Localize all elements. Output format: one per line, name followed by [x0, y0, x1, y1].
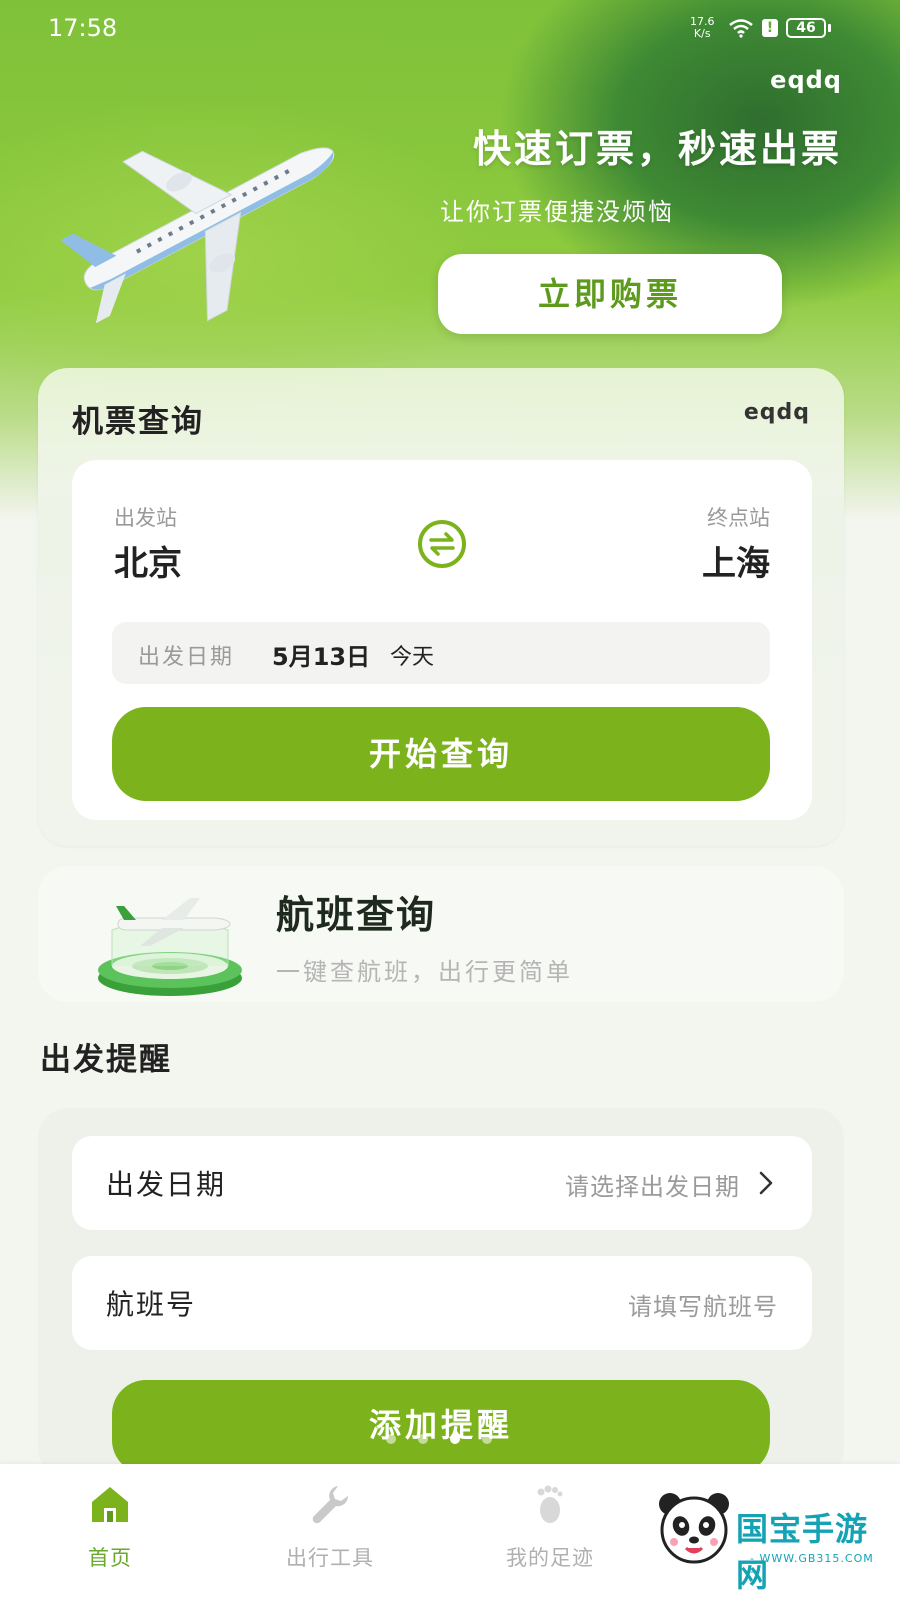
tab-my-footprints-label: 我的足迹 [506, 1546, 594, 1570]
buy-ticket-button[interactable]: 立即购票 [438, 254, 782, 334]
tab-home[interactable]: 首页 [40, 1482, 180, 1582]
ticket-search-title: 机票查询 [72, 404, 204, 440]
flight-radar-illustration [98, 898, 242, 996]
wrench-icon [312, 1486, 349, 1524]
reminder-section-title: 出发提醒 [40, 1042, 172, 1078]
departure-date-label: 出发日期 [138, 645, 235, 670]
status-bar: 17:58 17.6 K/s ! 46 [0, 0, 900, 60]
carousel-dot [482, 1434, 492, 1444]
departure-date-selector[interactable]: 出发日期 5月13日 今天 [112, 622, 770, 684]
network-speed: 17.6 K/s [690, 16, 715, 40]
watermark-url: - WWW.GB315.COM - [750, 1552, 874, 1578]
carousel-indicator [386, 1432, 506, 1446]
reminder-date-placeholder: 请选择出发日期 [565, 1173, 740, 1201]
reminder-card: 出发日期 请选择出发日期 航班号 请填写航班号 添加提醒 [38, 1108, 844, 1478]
battery-icon: 46 [786, 18, 826, 38]
reminder-flight-row[interactable]: 航班号 请填写航班号 [72, 1256, 812, 1350]
footprint-icon [537, 1485, 563, 1523]
tab-my-footprints[interactable]: 我的足迹 [480, 1482, 620, 1582]
panda-logo-icon [659, 1493, 729, 1564]
airplane-illustration [60, 147, 335, 324]
battery-cap [828, 24, 831, 32]
arrival-city[interactable]: 上海 [702, 536, 770, 585]
add-reminder-button[interactable]: 添加提醒 [112, 1380, 770, 1474]
chevron-right-icon [759, 1171, 773, 1195]
site-watermark: 国宝手游网 - WWW.GB315.COM - [654, 1480, 880, 1594]
flight-query-title: 航班查询 [276, 893, 437, 937]
swap-icon[interactable] [416, 518, 468, 570]
arrival-station-label: 终点站 [707, 506, 770, 530]
reminder-date-label: 出发日期 [106, 1168, 227, 1201]
flight-query-card[interactable]: 航班查询 一键查航班，出行更简单 [38, 866, 844, 1002]
ticket-search-card: 机票查询 eqdq 出发站 北京 终点站 上海 出发日期 5月13日 今天 开始… [38, 368, 844, 846]
flight-query-subtitle: 一键查航班，出行更简单 [276, 958, 573, 986]
departure-city[interactable]: 北京 [114, 536, 182, 585]
hero-title: 快速订票，秒速出票 [472, 127, 842, 171]
ticket-search-form: 出发站 北京 终点站 上海 出发日期 5月13日 今天 开始查询 [72, 460, 812, 820]
watermark-text: 国宝手游网 [736, 1510, 869, 1594]
flight-number-input[interactable]: 请填写航班号 [628, 1287, 778, 1322]
alert-icon: ! [762, 19, 778, 37]
ticket-search-brand: eqdq [743, 400, 810, 425]
departure-date-value: 5月13日 [272, 643, 371, 671]
departure-station-label: 出发站 [114, 506, 177, 530]
start-search-button[interactable]: 开始查询 [112, 707, 770, 801]
carousel-dot-active [450, 1434, 460, 1444]
status-time: 17:58 [48, 14, 118, 42]
hero-subtitle: 让你订票便捷没烦恼 [440, 198, 674, 226]
tab-home-label: 首页 [88, 1546, 132, 1570]
flight-number-label: 航班号 [106, 1288, 197, 1321]
hero-brand: eqdq [770, 66, 842, 94]
wifi-icon [729, 19, 753, 38]
carousel-dot [418, 1434, 428, 1444]
carousel-dot [386, 1434, 396, 1444]
tab-travel-tools-label: 出行工具 [286, 1546, 374, 1570]
home-icon [92, 1487, 128, 1522]
tab-travel-tools[interactable]: 出行工具 [260, 1482, 400, 1582]
departure-date-today: 今天 [390, 645, 435, 670]
reminder-date-row[interactable]: 出发日期 请选择出发日期 [72, 1136, 812, 1230]
network-speed-unit: K/s [693, 27, 711, 40]
